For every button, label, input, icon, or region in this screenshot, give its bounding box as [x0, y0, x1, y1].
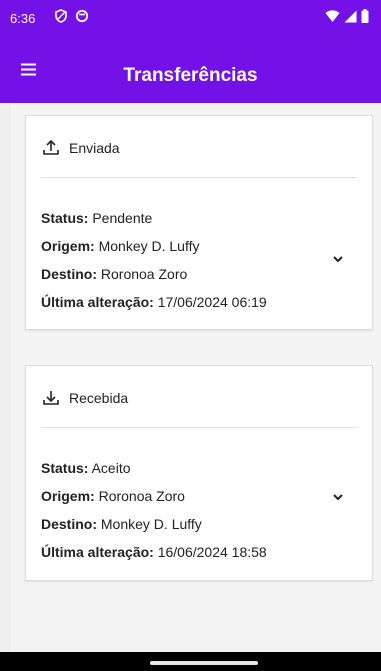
destination-row: Destino: Monkey D. Luffy [41, 514, 267, 542]
destination-row: Destino: Roronoa Zoro [41, 264, 267, 292]
origin-value: Monkey D. Luffy [98, 238, 200, 254]
last-change-value: 17/06/2024 06:19 [157, 294, 267, 310]
transfer-type-label: Recebida [69, 390, 129, 406]
card-header: Recebida [41, 388, 357, 428]
page-title: Transferências [123, 65, 258, 86]
destination-label: Destino: [41, 516, 97, 532]
status-label: Status: [41, 210, 89, 226]
last-change-row: Última alteração: 16/06/2024 18:58 [41, 542, 267, 570]
destination-label: Destino: [41, 266, 97, 282]
status-bar: 6:36 [0, 0, 381, 36]
status-label: Status: [41, 460, 89, 476]
origin-row: Origem: Monkey D. Luffy [41, 236, 267, 264]
destination-value: Monkey D. Luffy [100, 516, 202, 532]
origin-value: Roronoa Zoro [98, 488, 185, 504]
origin-label: Origem: [41, 488, 95, 504]
last-change-label: Última alteração: [41, 294, 154, 310]
chevron-down-icon[interactable] [328, 487, 348, 507]
transfer-card-sent[interactable]: Enviada Status: Pendente Origem: Monkey … [25, 115, 373, 330]
app-screen: 6:36 Transferências Enviada Status: Pend… [0, 0, 381, 671]
destination-value: Roronoa Zoro [100, 266, 188, 282]
upload-icon [41, 138, 61, 158]
system-nav-bar [0, 652, 381, 671]
card-header: Enviada [41, 138, 357, 178]
last-change-value: 16/06/2024 18:58 [157, 544, 267, 560]
shield-icon [54, 9, 68, 26]
chevron-down-icon[interactable] [328, 249, 348, 269]
status-row: Status: Pendente [41, 208, 267, 236]
transfers-list: Enviada Status: Pendente Origem: Monkey … [11, 103, 381, 652]
home-gesture-handle[interactable] [150, 661, 258, 665]
status-row: Status: Aceito [41, 458, 267, 486]
origin-label: Origem: [41, 238, 95, 254]
card-details: Status: Aceito Origem: Roronoa Zoro Dest… [41, 458, 267, 570]
status-value: Pendente [92, 210, 153, 226]
app-bar: Transferências [0, 36, 381, 103]
wifi-icon [325, 9, 340, 26]
status-time: 6:36 [10, 11, 36, 26]
circle-status-icon [75, 9, 89, 26]
origin-row: Origem: Roronoa Zoro [41, 486, 267, 514]
last-change-row: Última alteração: 17/06/2024 06:19 [41, 292, 267, 320]
last-change-label: Última alteração: [41, 544, 154, 560]
status-value: Aceito [91, 460, 131, 476]
battery-icon [361, 9, 369, 26]
download-icon [41, 388, 61, 408]
transfer-card-received[interactable]: Recebida Status: Aceito Origem: Roronoa … [25, 365, 373, 581]
transfer-type-label: Enviada [69, 140, 120, 156]
signal-icon [344, 10, 357, 26]
card-details: Status: Pendente Origem: Monkey D. Luffy… [41, 208, 267, 320]
